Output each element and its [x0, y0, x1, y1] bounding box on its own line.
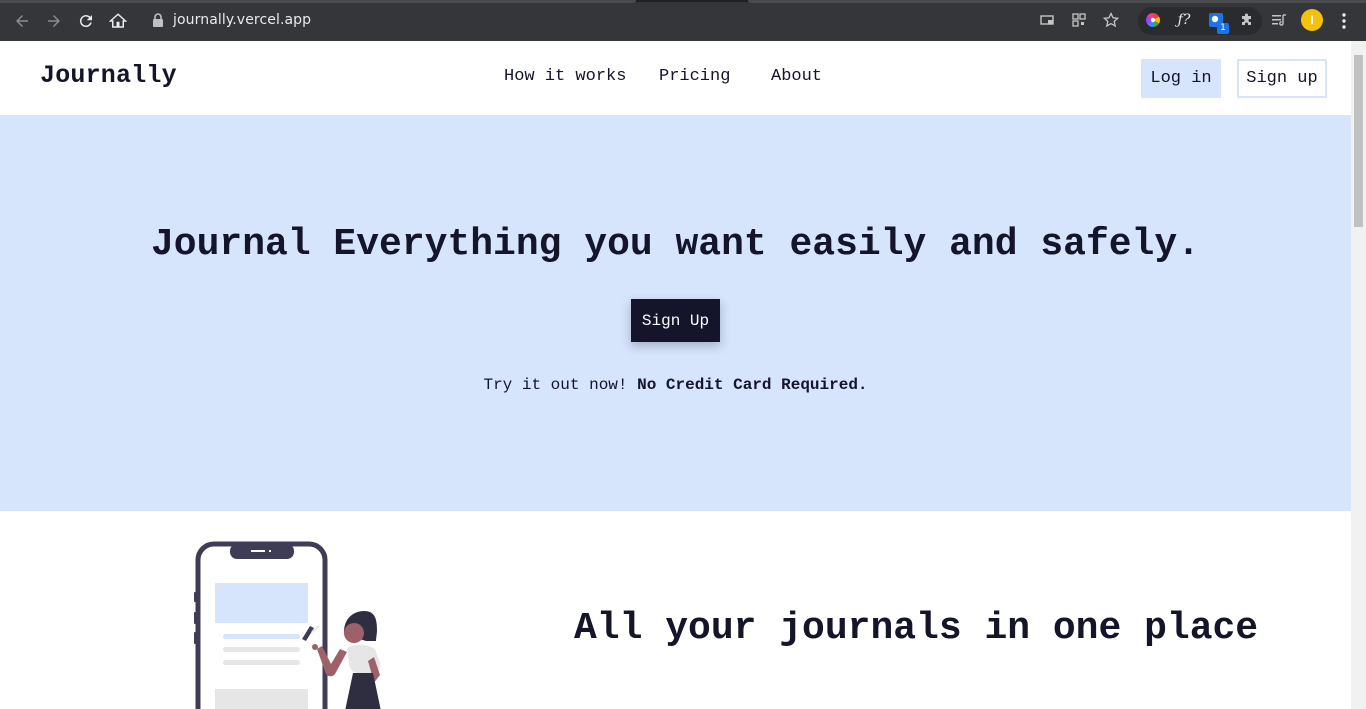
- font-extension-button[interactable]: ƒ?: [1174, 10, 1194, 30]
- phone-woman-illustration: [194, 541, 381, 709]
- qr-code-button[interactable]: [1069, 10, 1089, 30]
- back-button[interactable]: [9, 8, 35, 34]
- lock-icon: [153, 13, 163, 27]
- reload-icon: [79, 15, 92, 28]
- cast-button[interactable]: [1037, 10, 1057, 30]
- brand-logo[interactable]: Journally: [40, 61, 177, 90]
- browser-toolbar: journally.vercel.app ƒ? 1 I: [0, 0, 1366, 41]
- nav-link-about[interactable]: About: [771, 67, 822, 86]
- nav-link-pricing[interactable]: Pricing: [659, 67, 730, 86]
- site-header: Journally How it works Pricing About Log…: [0, 41, 1351, 115]
- forward-button[interactable]: [41, 8, 67, 34]
- hero-section: Journal Everything you want easily and s…: [0, 115, 1351, 511]
- kebab-menu-icon[interactable]: [1336, 11, 1352, 31]
- phone-card: [215, 583, 308, 623]
- woman-face: [344, 623, 364, 643]
- page-scrollbar[interactable]: [1351, 41, 1366, 709]
- reading-list-icon: [1272, 14, 1286, 26]
- cast-icon: [1040, 15, 1054, 25]
- color-extension-button[interactable]: [1143, 10, 1163, 30]
- feature-title: All your journals in one place: [574, 607, 1259, 650]
- font-icon: ƒ?: [1177, 12, 1191, 28]
- reading-list-button[interactable]: [1269, 10, 1289, 30]
- puzzle-icon: [1242, 13, 1251, 25]
- hero-signup-button[interactable]: Sign Up: [631, 299, 720, 342]
- star-icon: [1103, 12, 1119, 28]
- hero-title: Journal Everything you want easily and s…: [151, 223, 1200, 266]
- forward-icon: [48, 15, 60, 27]
- extension-badge: 1: [1217, 23, 1229, 34]
- phone-side-button: [194, 592, 198, 602]
- color-wheel-icon: [1146, 13, 1160, 27]
- nav-link-how-it-works[interactable]: How it works: [504, 67, 626, 86]
- back-icon: [16, 15, 28, 27]
- hero-note: Try it out now! No Credit Card Required.: [0, 376, 1351, 394]
- home-icon: [109, 13, 127, 28]
- login-button[interactable]: Log in: [1141, 59, 1221, 98]
- scrollbar-thumb[interactable]: [1354, 55, 1363, 227]
- hero-note-prefix: Try it out now!: [483, 376, 638, 394]
- page-viewport: Journally How it works Pricing About Log…: [0, 41, 1351, 709]
- home-button[interactable]: [105, 8, 131, 34]
- address-bar-url[interactable]: journally.vercel.app: [173, 12, 311, 28]
- hero-note-emphasis: No Credit Card Required.: [637, 376, 868, 394]
- reload-button[interactable]: [73, 8, 99, 34]
- signup-button[interactable]: Sign up: [1237, 59, 1327, 98]
- phone-frame: [195, 541, 328, 709]
- extensions-button[interactable]: [1237, 10, 1257, 30]
- tab-edge-left: [0, 0, 636, 3]
- tab-edge-right: [748, 0, 1366, 3]
- bookmark-star-button[interactable]: [1101, 10, 1121, 30]
- qr-icon: [1072, 13, 1086, 27]
- profile-avatar[interactable]: I: [1301, 9, 1323, 31]
